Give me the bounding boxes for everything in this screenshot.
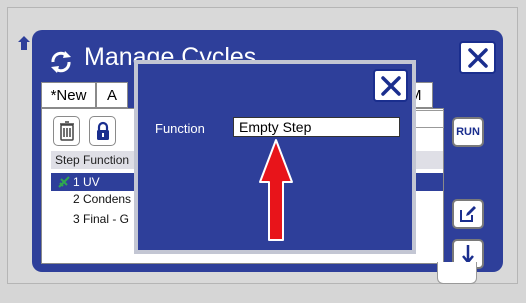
list-item-label: 2 Condens xyxy=(73,192,132,206)
tab-new[interactable]: *New xyxy=(41,82,96,108)
tab-a[interactable]: A xyxy=(96,82,128,108)
edit-icon xyxy=(460,206,476,222)
lower-tab xyxy=(437,262,477,284)
delete-button[interactable] xyxy=(53,116,80,146)
refresh-icon xyxy=(51,51,71,73)
function-label: Function xyxy=(155,121,205,136)
trash-icon xyxy=(59,121,74,141)
list-item-label: 3 Final - G xyxy=(73,212,130,226)
run-button[interactable]: RUN xyxy=(452,117,484,147)
close-button[interactable] xyxy=(459,41,496,74)
wire-icon xyxy=(58,176,70,188)
red-arrow-icon xyxy=(259,139,293,241)
close-icon xyxy=(467,47,488,68)
lock-button[interactable] xyxy=(89,116,116,146)
home-icon[interactable] xyxy=(18,36,30,50)
close-step-button[interactable] xyxy=(373,69,408,102)
function-field[interactable]: Empty Step xyxy=(233,117,400,137)
lock-icon xyxy=(96,121,109,140)
edit-button[interactable] xyxy=(452,199,484,229)
arrow-down-icon xyxy=(462,245,474,264)
close-icon xyxy=(380,75,401,96)
